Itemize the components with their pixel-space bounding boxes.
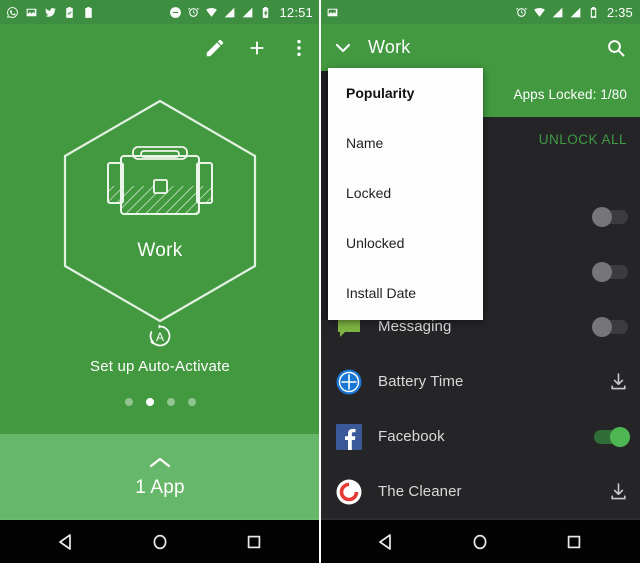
whatsapp-icon: [6, 6, 19, 19]
left-nav-bar: [0, 520, 320, 563]
bottom-sheet-handle[interactable]: 1 App: [0, 434, 320, 520]
app-download-action[interactable]: [609, 482, 628, 501]
edit-icon[interactable]: [204, 37, 226, 59]
battery-charging-icon: [259, 6, 272, 19]
image-icon: [326, 6, 339, 19]
app-lock-toggle[interactable]: [592, 206, 628, 227]
table-row[interactable]: The Cleaner: [320, 464, 640, 519]
search-icon[interactable]: [606, 38, 626, 58]
toggle-switch-off[interactable]: [592, 316, 628, 337]
toggle-knob: [610, 426, 630, 447]
clipboard-check-icon: [63, 6, 76, 19]
right-clock: 2:35: [606, 4, 633, 20]
back-triangle-icon[interactable]: [57, 533, 75, 551]
dropdown-item-install-date[interactable]: Install Date: [328, 268, 483, 318]
toggle-switch-off[interactable]: [592, 206, 628, 227]
toggle-knob: [592, 316, 612, 337]
battery-icon: [587, 6, 600, 19]
recents-square-icon[interactable]: [245, 533, 263, 551]
right-app-bar-title: Work: [368, 37, 411, 57]
alarm-icon: [187, 6, 200, 19]
chevron-down-icon[interactable]: [332, 37, 354, 59]
pager-dot[interactable]: [124, 398, 133, 406]
table-row[interactable]: Battery Time: [320, 354, 640, 409]
alarm-icon: [515, 6, 528, 19]
dropdown-item-locked[interactable]: Locked: [328, 168, 483, 218]
unlock-all-button[interactable]: UNLOCK ALL: [539, 132, 627, 147]
left-phone-screen: R 12:51 Work A Set up Auto-Activate 1 Ap…: [0, 0, 320, 563]
dropdown-shadow-strip: [320, 71, 328, 320]
dropdown-item-name[interactable]: Name: [328, 118, 483, 168]
toggle-knob: [592, 261, 612, 282]
app-download-action[interactable]: [609, 372, 628, 391]
right-phone-screen: R 2:35 Work Apps Locked: 1/80 UNLOCK ALL: [320, 0, 640, 563]
left-status-bar: R 12:51: [0, 0, 320, 24]
pager-dot[interactable]: [166, 398, 175, 406]
add-icon[interactable]: [246, 37, 268, 59]
download-icon[interactable]: [609, 372, 628, 391]
twitter-icon: [44, 6, 57, 19]
the-cleaner-icon: [336, 479, 362, 505]
image-icon: [25, 6, 38, 19]
home-circle-icon[interactable]: [471, 533, 489, 551]
toggle-knob: [592, 206, 612, 227]
pager-dot[interactable]: [187, 398, 196, 406]
dropdown-item-unlocked[interactable]: Unlocked: [328, 218, 483, 268]
left-toolbar: [0, 24, 320, 72]
facebook-icon: [336, 423, 362, 450]
screenshot-divider: [319, 0, 321, 563]
table-row[interactable]: Facebook: [320, 409, 640, 464]
toggle-switch-off[interactable]: [592, 261, 628, 282]
app-lock-toggle[interactable]: [592, 261, 628, 282]
back-triangle-icon[interactable]: [377, 533, 395, 551]
signal-roaming-icon: R: [569, 6, 582, 19]
right-status-bar-notification-icons: [326, 6, 339, 19]
more-vert-icon[interactable]: [288, 37, 310, 59]
apps-locked-count: Apps Locked: 1/80: [513, 86, 627, 102]
profile-hexagon[interactable]: [0, 96, 320, 326]
profile-name: Work: [137, 240, 183, 261]
home-circle-icon[interactable]: [151, 533, 169, 551]
signal-icon: [223, 6, 236, 19]
app-name: Battery Time: [378, 373, 464, 390]
dual-screenshot-container: R 12:51 Work A Set up Auto-Activate 1 Ap…: [0, 0, 640, 563]
download-icon[interactable]: [609, 482, 628, 501]
wifi-icon: [205, 6, 218, 19]
app-count-label: 1 App: [135, 476, 185, 498]
do-not-disturb-icon: [169, 6, 182, 19]
clipboard-icon: [82, 6, 95, 19]
app-lock-toggle[interactable]: [594, 426, 630, 447]
app-name: The Cleaner: [378, 483, 462, 500]
right-status-bar-system-icons: R 2:35: [515, 5, 633, 20]
auto-activate-row[interactable]: A Set up Auto-Activate: [0, 322, 320, 375]
right-app-bar: Work: [320, 24, 640, 71]
left-status-bar-system-icons: R 12:51: [169, 5, 313, 20]
auto-activate-label: Set up Auto-Activate: [90, 358, 230, 375]
signal-icon: [551, 6, 564, 19]
recents-square-icon[interactable]: [565, 533, 583, 551]
pager-dot-active[interactable]: [145, 398, 154, 406]
svg-text:R: R: [573, 8, 576, 13]
signal-roaming-icon: R: [241, 6, 254, 19]
toggle-switch-on[interactable]: [594, 426, 630, 447]
auto-activate-icon: A: [146, 322, 174, 350]
left-status-bar-notification-icons: [6, 6, 95, 19]
left-clock: 12:51: [279, 4, 313, 20]
right-status-bar: R 2:35: [320, 0, 640, 24]
chevron-up-icon: [147, 456, 173, 470]
app-name: Messaging: [378, 318, 452, 335]
right-nav-bar: [320, 520, 640, 563]
app-lock-toggle[interactable]: [592, 316, 628, 337]
dropdown-item-popularity[interactable]: Popularity: [328, 68, 483, 118]
wifi-icon: [533, 6, 546, 19]
svg-text:A: A: [156, 330, 164, 344]
sort-dropdown-menu[interactable]: Popularity Name Locked Unlocked Install …: [328, 68, 483, 320]
svg-text:R: R: [245, 8, 248, 13]
pager-dots[interactable]: [0, 398, 320, 406]
app-name: Facebook: [378, 428, 445, 445]
battery-time-icon: [336, 369, 362, 395]
